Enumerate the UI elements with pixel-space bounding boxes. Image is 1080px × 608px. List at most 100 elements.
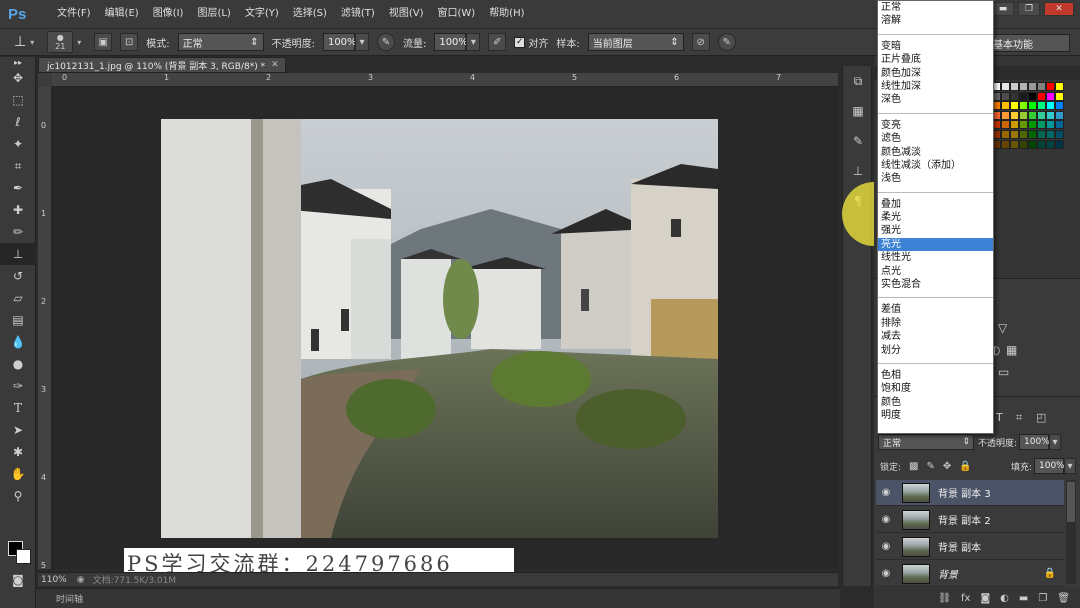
pressure-opacity-button[interactable]: ✎: [376, 33, 395, 51]
color-swatch[interactable]: [1028, 120, 1037, 130]
layer-row[interactable]: ◉ 背景 🔒: [876, 561, 1064, 587]
menu-select[interactable]: 选择(S): [286, 0, 334, 28]
layer-row[interactable]: ◉ 背景 副本 3: [876, 480, 1064, 506]
marquee-tool[interactable]: ⬚: [0, 89, 36, 111]
close-button[interactable]: ✕: [1044, 2, 1074, 16]
quick-mask-button[interactable]: ◙: [0, 569, 36, 591]
color-swatch[interactable]: [1001, 101, 1010, 111]
color-swatch[interactable]: [1055, 82, 1064, 91]
trash-icon[interactable]: 🗑: [1057, 593, 1070, 604]
color-swatch[interactable]: [1019, 82, 1028, 91]
chevron-down-icon[interactable]: ▾: [1049, 434, 1062, 450]
status-info-icon[interactable]: ◉: [77, 575, 85, 585]
blend-mode-option[interactable]: 线性减淡（添加）: [878, 159, 993, 172]
blend-mode-option[interactable]: 颜色: [878, 396, 993, 409]
color-swatch[interactable]: [1001, 139, 1010, 149]
aligned-checkbox[interactable]: ✓ 对齐: [514, 35, 548, 50]
new-layer-icon[interactable]: ❐: [1038, 593, 1047, 604]
mode-select[interactable]: 正常 ⇕: [177, 33, 264, 51]
color-swatch[interactable]: [1028, 91, 1037, 101]
color-swatch[interactable]: [1037, 130, 1046, 139]
menu-help[interactable]: 帮助(H): [482, 0, 531, 28]
type-tool[interactable]: T: [0, 397, 36, 419]
horizontal-ruler[interactable]: 0 1 2 3 4 5 6 7: [52, 73, 838, 87]
clone-stamp-tool-preset[interactable]: ⊥ ▾: [14, 34, 39, 50]
color-swatch[interactable]: [1019, 91, 1028, 101]
color-swatch[interactable]: [1046, 110, 1055, 120]
eye-icon[interactable]: ◉: [876, 541, 896, 552]
eye-icon[interactable]: ◉: [876, 568, 896, 579]
blend-mode-option[interactable]: 强光: [878, 224, 993, 237]
toggle-brush-panel-button[interactable]: ▣: [94, 33, 113, 51]
type-filter-icon[interactable]: T: [996, 411, 1003, 424]
menu-filter[interactable]: 滤镜(T): [334, 0, 382, 28]
blend-mode-option[interactable]: 饱和度: [878, 382, 993, 395]
blend-mode-option[interactable]: 深色: [878, 93, 993, 106]
triangle-icon[interactable]: ▽: [998, 321, 1007, 335]
clone-stamp-tool[interactable]: ⊥: [0, 243, 36, 265]
color-swatch[interactable]: [1037, 139, 1046, 149]
layer-row[interactable]: ◉ 背景 副本: [876, 534, 1064, 560]
blend-mode-option[interactable]: 叠加: [878, 198, 993, 211]
blend-mode-option[interactable]: 明度: [878, 409, 993, 422]
menu-type[interactable]: 文字(Y): [238, 0, 286, 28]
color-swatch[interactable]: [1019, 130, 1028, 139]
history-brush-tool[interactable]: ↺: [0, 265, 36, 287]
brush-tool[interactable]: ✏: [0, 221, 36, 243]
color-swatch[interactable]: [1046, 130, 1055, 139]
info-panel-button[interactable]: ▦: [843, 96, 873, 126]
color-swatch[interactable]: [1010, 82, 1019, 91]
color-swatch[interactable]: [1010, 120, 1019, 130]
blend-mode-option[interactable]: 变暗: [878, 40, 993, 53]
blend-mode-option[interactable]: 线性光: [878, 251, 993, 264]
color-swatch[interactable]: [1037, 101, 1046, 111]
blend-mode-option[interactable]: 变亮: [878, 119, 993, 132]
color-swatch[interactable]: [1055, 110, 1064, 120]
blend-mode-option[interactable]: 颜色加深: [878, 67, 993, 80]
layer-opacity-field[interactable]: 100%: [1019, 434, 1050, 450]
lock-position-icon[interactable]: ✥: [943, 461, 951, 472]
color-swatch[interactable]: [1055, 139, 1064, 149]
gradient-tool[interactable]: ▤: [0, 309, 36, 331]
path-select-tool[interactable]: ➤: [0, 419, 36, 441]
menu-image[interactable]: 图像(I): [146, 0, 191, 28]
color-swatch[interactable]: [1028, 130, 1037, 139]
move-tool[interactable]: ✥: [0, 67, 36, 89]
blend-mode-option[interactable]: 色相: [878, 369, 993, 382]
blend-mode-option[interactable]: 颜色减淡: [878, 146, 993, 159]
document-tab[interactable]: jc1012131_1.jpg @ 110% (背景 副本 3, RGB/8*)…: [38, 57, 286, 73]
eraser-tool[interactable]: ▱: [0, 287, 36, 309]
blur-tool[interactable]: 💧: [0, 331, 36, 353]
color-swatch[interactable]: [1028, 110, 1037, 120]
blend-mode-option[interactable]: 减去: [878, 330, 993, 343]
color-swatch[interactable]: [1055, 91, 1064, 101]
document-image[interactable]: [161, 119, 718, 538]
workspace-select[interactable]: 基本功能: [986, 34, 1070, 52]
timeline-tab[interactable]: 时间轴: [36, 588, 840, 608]
color-swatch[interactable]: [1019, 139, 1028, 149]
color-lookup-icon[interactable]: ▦: [1006, 343, 1017, 357]
lasso-tool[interactable]: ℓ: [0, 111, 36, 133]
eye-icon[interactable]: ◉: [876, 514, 896, 525]
airbrush-button[interactable]: ✐: [488, 33, 507, 51]
eye-icon[interactable]: ◉: [876, 487, 896, 498]
brush-size-picker[interactable]: ● 21 ▾: [47, 31, 86, 53]
blend-mode-option[interactable]: 浅色: [878, 172, 993, 185]
blend-mode-option[interactable]: 滤色: [878, 132, 993, 145]
swatches-grid[interactable]: [992, 82, 1064, 154]
color-swatch[interactable]: [1010, 101, 1019, 111]
color-swatch[interactable]: [1028, 82, 1037, 91]
brush-presets-button[interactable]: ✎: [843, 126, 873, 156]
color-swatch[interactable]: [1055, 130, 1064, 139]
eyedropper-tool[interactable]: ✒: [0, 177, 36, 199]
color-swatch[interactable]: [1001, 120, 1010, 130]
layers-scroll-thumb[interactable]: [1067, 482, 1075, 522]
color-swatch[interactable]: [1019, 110, 1028, 120]
color-swatch[interactable]: [1010, 130, 1019, 139]
toggle-clone-source-button[interactable]: ⊡: [120, 33, 139, 51]
smart-object-filter-icon[interactable]: ◰: [1036, 411, 1046, 424]
color-swatch[interactable]: [1001, 130, 1010, 139]
menu-window[interactable]: 窗口(W): [430, 0, 482, 28]
hand-tool[interactable]: ✋: [0, 463, 36, 485]
lock-all-icon[interactable]: 🔒: [959, 461, 971, 472]
